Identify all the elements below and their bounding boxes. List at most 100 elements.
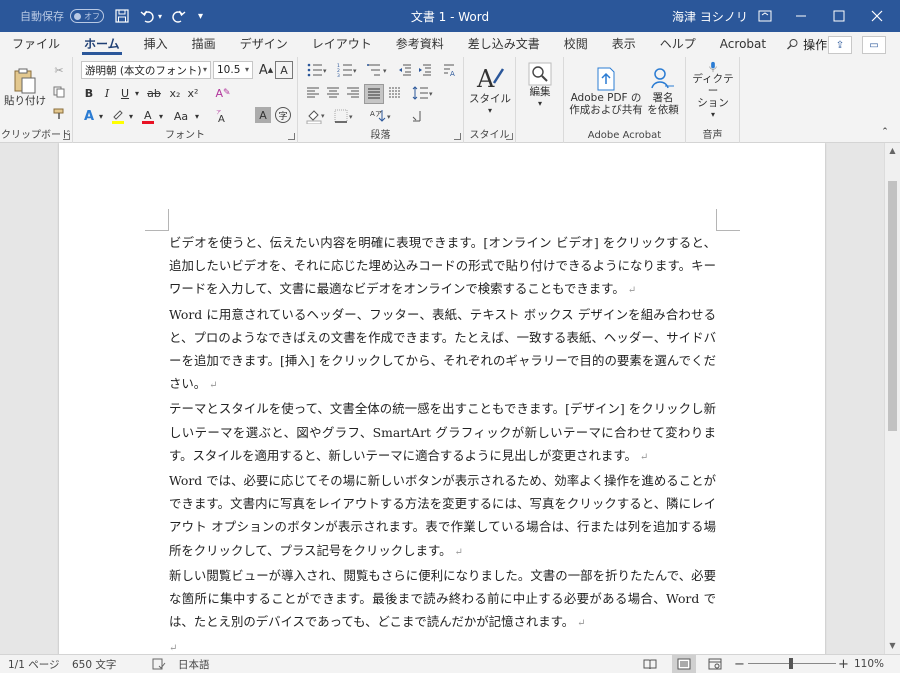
styles-launcher-icon[interactable] <box>506 133 513 140</box>
highlight-icon[interactable] <box>109 107 127 125</box>
close-icon[interactable] <box>854 0 900 32</box>
tab-home[interactable]: ホーム <box>72 32 132 57</box>
save-icon[interactable] <box>114 0 130 32</box>
scroll-thumb[interactable] <box>888 181 897 431</box>
text-effects-dropdown-icon[interactable]: ▾ <box>97 107 105 125</box>
zoom-out-icon[interactable]: − <box>734 655 745 673</box>
clear-formatting-icon[interactable]: A ✎ <box>213 84 233 102</box>
borders-icon[interactable]: ▾ <box>332 107 356 125</box>
align-center-icon[interactable] <box>324 84 342 102</box>
distributed-icon[interactable] <box>386 84 404 102</box>
page-count[interactable]: 1/1 ページ <box>8 655 60 673</box>
tab-acrobat[interactable]: Acrobat <box>708 32 778 57</box>
superscript-button[interactable]: x² <box>185 84 201 102</box>
enclose-characters-icon[interactable]: 字 <box>275 107 291 123</box>
highlight-dropdown-icon[interactable]: ▾ <box>127 107 135 125</box>
user-name[interactable]: 海津 ヨシノリ <box>672 0 748 32</box>
numbering-icon[interactable]: 1 2 3 ▾ <box>334 61 362 79</box>
proofing-icon[interactable] <box>152 655 166 673</box>
zoom-in-icon[interactable]: + <box>838 655 849 673</box>
font-color-dropdown-icon[interactable]: ▾ <box>157 107 165 125</box>
paragraph[interactable]: ビデオを使うと、伝えたい内容を明確に表現できます。[オンライン ビデオ] をクリ… <box>169 231 716 303</box>
multilevel-list-icon[interactable]: ▾ <box>364 61 392 79</box>
phonetic-guide-icon[interactable]: Aア <box>213 107 231 125</box>
tab-help[interactable]: ヘルプ <box>648 32 708 57</box>
paragraph[interactable]: Word に用意されているヘッダー、フッター、表紙、テキスト ボックス デザイン… <box>169 303 716 398</box>
line-spacing-icon[interactable]: ▾ <box>410 84 436 102</box>
empty-paragraph[interactable]: ↵ <box>169 635 716 654</box>
share-icon[interactable]: ⇪ <box>828 36 852 54</box>
format-painter-icon[interactable] <box>50 105 68 123</box>
paste-button[interactable]: 貼り付け <box>4 61 46 113</box>
zoom-level[interactable]: 110% <box>854 655 884 673</box>
scroll-down-icon[interactable]: ▼ <box>885 638 900 653</box>
tab-review[interactable]: 校閲 <box>552 32 600 57</box>
font-size-combo[interactable]: 10.5 ▾ <box>213 61 253 79</box>
italic-button[interactable]: I <box>99 84 115 102</box>
text-effects-icon[interactable]: A <box>81 107 97 125</box>
styles-button[interactable]: A スタイル ▾ <box>468 61 512 119</box>
strikethrough-button[interactable]: ab <box>145 84 163 102</box>
bullets-icon[interactable]: ▾ <box>304 61 332 79</box>
tab-references[interactable]: 参考資料 <box>384 32 456 57</box>
grow-font-icon[interactable]: A ▲ <box>257 61 275 79</box>
font-name-combo[interactable]: 游明朝 (本文のフォント) ▾ <box>81 61 211 79</box>
customize-qat-icon[interactable]: ▾ <box>198 0 203 32</box>
char-border-icon[interactable]: A <box>275 61 293 79</box>
underline-button[interactable]: U <box>117 84 133 102</box>
char-shading-icon[interactable]: A <box>255 107 271 123</box>
font-launcher-icon[interactable] <box>288 133 295 140</box>
autosave-toggle[interactable]: 自動保存 オフ <box>20 0 104 32</box>
paragraph[interactable]: テーマとスタイルを使って、文書全体の統一感を出すこともできます。[デザイン] を… <box>169 397 716 469</box>
document-body[interactable]: ビデオを使うと、伝えたい内容を明確に表現できます。[オンライン ビデオ] をクリ… <box>169 231 716 654</box>
read-mode-icon[interactable] <box>643 655 657 673</box>
tab-draw[interactable]: 描画 <box>180 32 228 57</box>
tab-mailings[interactable]: 差し込み文書 <box>456 32 552 57</box>
request-signature-button[interactable]: 署名 を依頼 <box>644 61 682 121</box>
sort-icon[interactable]: A ア ▾ <box>368 107 396 125</box>
editing-button[interactable]: 編集 ▾ <box>520 61 560 111</box>
shading-icon[interactable]: ▾ <box>304 107 328 125</box>
undo-dropdown-icon[interactable]: ▾ <box>158 0 162 32</box>
show-marks-icon[interactable] <box>408 107 426 125</box>
cut-icon[interactable]: ✂ <box>50 61 68 79</box>
tab-view[interactable]: 表示 <box>600 32 648 57</box>
justify-icon[interactable] <box>364 84 384 104</box>
decrease-indent-icon[interactable] <box>396 61 414 79</box>
font-color-icon[interactable]: A <box>139 107 157 125</box>
dictate-button[interactable]: ディクテー ション ▾ <box>688 61 738 121</box>
tab-design[interactable]: デザイン <box>228 32 300 57</box>
redo-icon[interactable] <box>170 0 186 32</box>
subscript-button[interactable]: x₂ <box>167 84 183 102</box>
zoom-slider-thumb[interactable] <box>789 658 793 669</box>
document-area[interactable]: ビデオを使うと、伝えたい内容を明確に表現できます。[オンライン ビデオ] をクリ… <box>0 143 884 654</box>
comments-icon[interactable]: ▭ <box>862 36 886 54</box>
tab-file[interactable]: ファイル <box>0 32 72 57</box>
paragraph[interactable]: 新しい閲覧ビューが導入され、閲覧もさらに便利になりました。文書の一部を折りたたん… <box>169 564 716 636</box>
bold-button[interactable]: B <box>81 84 97 102</box>
underline-dropdown-icon[interactable]: ▾ <box>133 84 141 102</box>
word-count[interactable]: 650 文字 <box>72 655 116 673</box>
align-right-icon[interactable] <box>344 84 362 102</box>
vertical-scrollbar[interactable]: ▲ ▼ <box>884 143 900 654</box>
tab-insert[interactable]: 挿入 <box>132 32 180 57</box>
increase-indent-icon[interactable] <box>416 61 434 79</box>
paragraph-launcher-icon[interactable] <box>454 133 461 140</box>
autosave-switch[interactable]: オフ <box>70 9 104 23</box>
web-layout-icon[interactable] <box>708 655 722 673</box>
align-left-icon[interactable] <box>304 84 322 102</box>
clipboard-launcher-icon[interactable] <box>63 133 70 140</box>
paragraph[interactable]: Word では、必要に応じてその場に新しいボタンが表示されるため、効率よく操作を… <box>169 469 716 564</box>
collapse-ribbon-icon[interactable]: ⌃ <box>878 125 892 139</box>
change-case-dropdown-icon[interactable]: ▾ <box>193 107 201 125</box>
copy-icon[interactable] <box>50 83 68 101</box>
asian-layout-icon[interactable]: A <box>440 61 458 79</box>
change-case-button[interactable]: Aa <box>169 107 193 125</box>
language[interactable]: 日本語 <box>178 655 210 673</box>
document-page[interactable]: ビデオを使うと、伝えたい内容を明確に表現できます。[オンライン ビデオ] をクリ… <box>59 143 825 654</box>
undo-icon[interactable] <box>140 0 156 32</box>
print-layout-icon[interactable] <box>672 655 696 673</box>
create-pdf-button[interactable]: Adobe PDF の 作成および共有 <box>568 61 644 121</box>
scroll-up-icon[interactable]: ▲ <box>885 143 900 158</box>
tab-layout[interactable]: レイアウト <box>300 32 384 57</box>
